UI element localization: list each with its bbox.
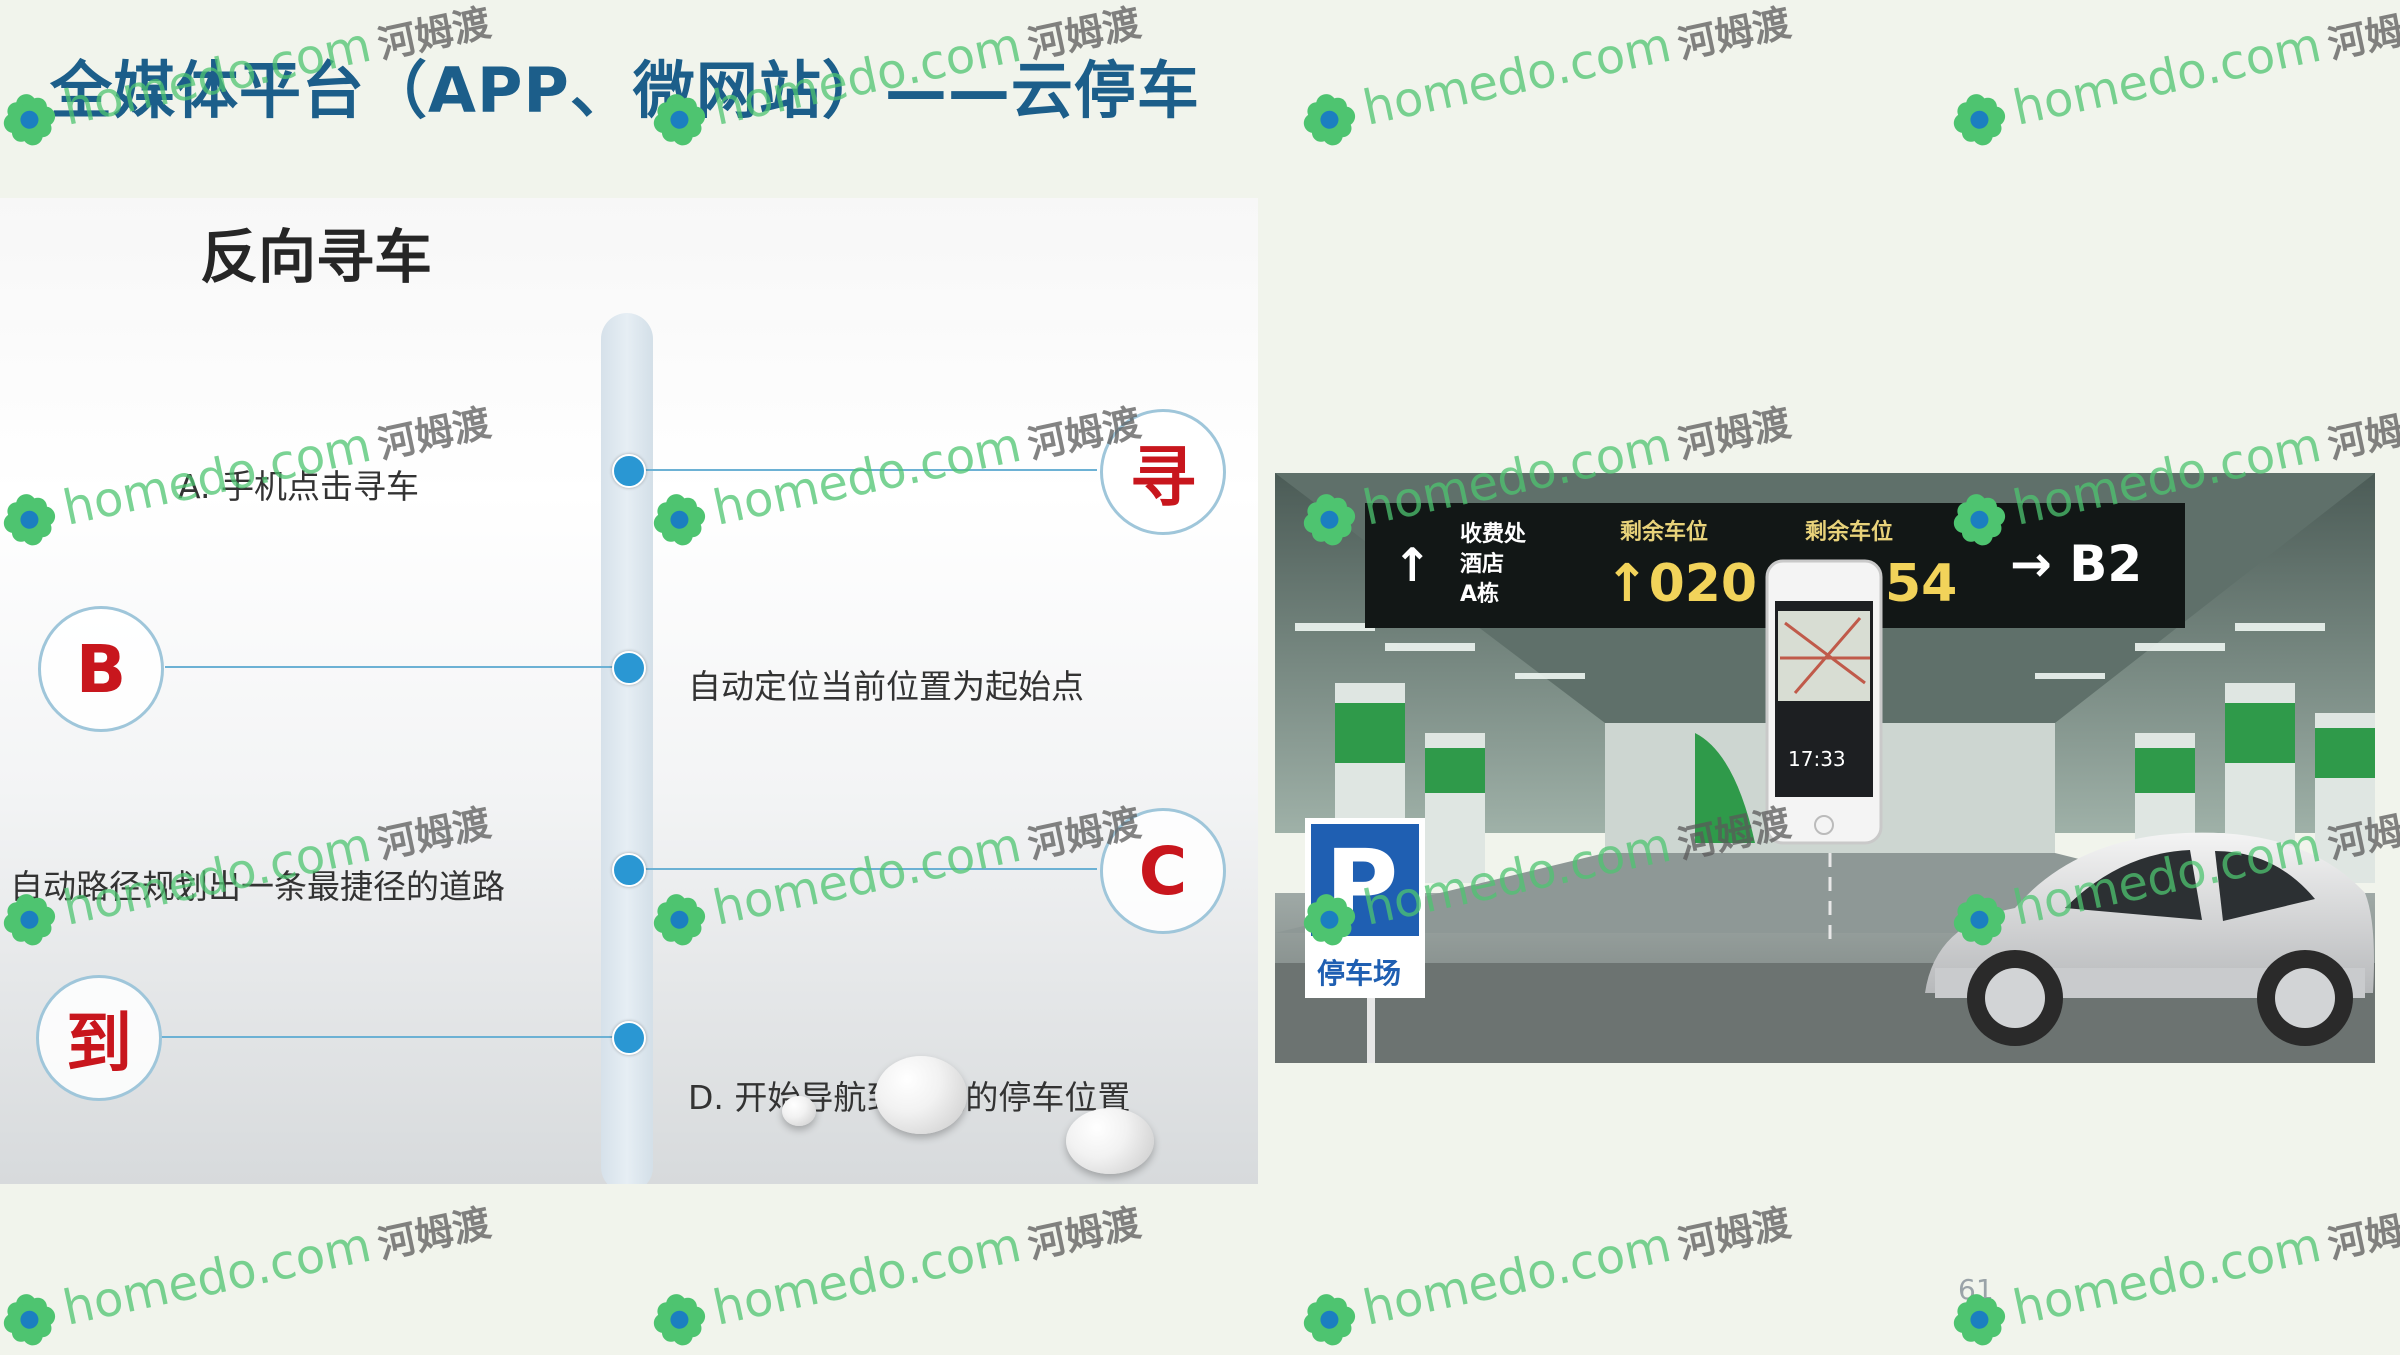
- watermark-cn: 河姆渡: [1673, 1200, 1795, 1268]
- step-a-text: A. 手机点击寻车: [178, 467, 419, 506]
- watermark-cn: 河姆渡: [373, 1200, 495, 1268]
- step-c-text: 自动路径规划出一条最捷径的道路: [10, 867, 505, 906]
- panel-heading: 反向寻车: [200, 223, 433, 291]
- watermark-cn: 河姆渡: [1023, 1200, 1145, 1268]
- slide-title: 全媒体平台（APP、微网站）——云停车: [50, 54, 1200, 127]
- watermark-cn: 河姆渡: [1673, 0, 1795, 68]
- step-circle-c: C: [1100, 808, 1226, 934]
- watermark: homedo.com河姆渡: [644, 1192, 1147, 1355]
- watermark: homedo.com河姆渡: [1294, 1192, 1797, 1355]
- remaining-label-1: 剩余车位: [1620, 519, 1708, 545]
- watermark-cn: 河姆渡: [2323, 400, 2400, 468]
- water-drop-decoration: [782, 1096, 816, 1126]
- step-circle-arrive: 到: [36, 975, 162, 1101]
- flower-logo-icon: [3, 1294, 56, 1346]
- flower-logo-icon: [653, 1294, 706, 1346]
- parking-sign-text: 停车场: [1317, 957, 1401, 990]
- water-drop-decoration: [875, 1056, 967, 1134]
- remaining-value-1: ↑020: [1605, 554, 1757, 614]
- step-circle-b: B: [38, 606, 164, 732]
- sign-line-1: 收费处: [1460, 521, 1526, 547]
- watermark: homedo.com河姆渡: [1944, 0, 2400, 155]
- watermark-brand: homedo.com: [1358, 1216, 1676, 1337]
- remaining-value-2: 54: [1885, 554, 1957, 614]
- arrow-up-icon: ↑: [1393, 538, 1432, 592]
- sign-line-2: 酒店: [1460, 552, 1504, 577]
- exit-b2-label: → B2: [2010, 535, 2142, 593]
- watermark-cn: 河姆渡: [2323, 0, 2400, 68]
- watermark: homedo.com河姆渡: [0, 1192, 496, 1355]
- flower-logo-icon: [1953, 94, 2006, 146]
- watermark-brand: homedo.com: [708, 1216, 1026, 1337]
- watermark-cn: 河姆渡: [1673, 400, 1795, 468]
- watermark-brand: homedo.com: [2008, 16, 2326, 137]
- timeline-dot-2: [612, 651, 646, 685]
- connector-line-c: [627, 868, 1097, 870]
- parking-garage-photo: ↑ 收费处 酒店 A栋 剩余车位 ↑020 剩余车位 54 → B2 17:33…: [1275, 473, 2375, 1063]
- reverse-car-finding-panel: 反向寻车 寻 A. 手机点击寻车 B 自动定位当前位置为起始点 C 自动路径规划…: [0, 198, 1258, 1184]
- connector-line-b: [165, 666, 627, 668]
- parking-sign-letter: P: [1325, 828, 1398, 945]
- step-b-text: 自动定位当前位置为起始点: [688, 667, 1084, 706]
- timeline-dot-3: [612, 853, 646, 887]
- remaining-label-2: 剩余车位: [1805, 519, 1893, 545]
- connector-line-find: [627, 469, 1097, 471]
- watermark-brand: homedo.com: [58, 1216, 376, 1337]
- watermark-brand: homedo.com: [1358, 16, 1676, 137]
- water-drop-decoration: [1066, 1108, 1154, 1174]
- flower-logo-icon: [1303, 94, 1356, 146]
- phone-time: 17:33: [1788, 747, 1846, 771]
- sign-line-3: A栋: [1460, 581, 1499, 607]
- timeline-dot-4: [612, 1021, 646, 1055]
- connector-line-arrive: [160, 1036, 627, 1038]
- step-circle-find: 寻: [1100, 409, 1226, 535]
- watermark: homedo.com河姆渡: [1944, 1192, 2400, 1355]
- watermark: homedo.com河姆渡: [1294, 0, 1797, 155]
- page-number: 61: [1958, 1273, 1994, 1306]
- watermark-cn: 河姆渡: [2323, 1200, 2400, 1268]
- watermark-brand: homedo.com: [2008, 1216, 2326, 1337]
- timeline-dot-1: [612, 454, 646, 488]
- flower-logo-icon: [1303, 1294, 1356, 1346]
